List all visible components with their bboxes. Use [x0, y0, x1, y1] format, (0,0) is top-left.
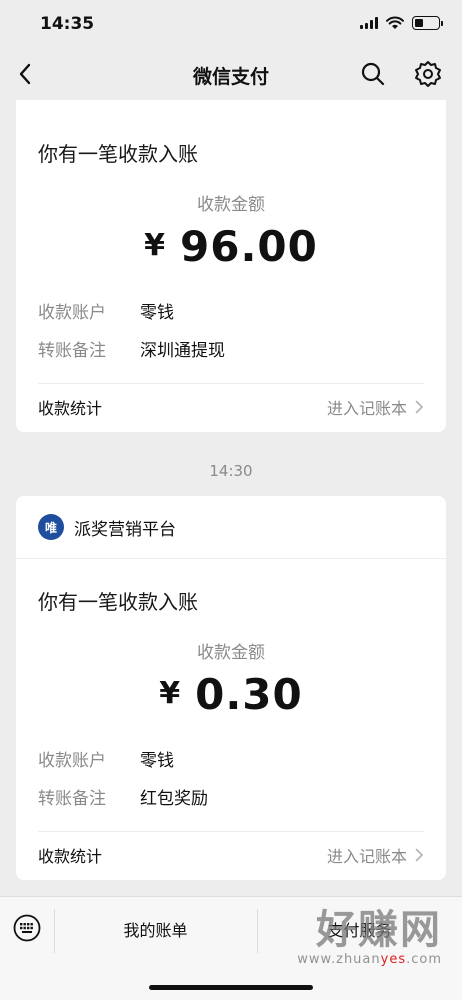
search-icon[interactable]: [360, 61, 386, 87]
page-title: 微信支付: [192, 66, 269, 88]
watermark-url-highlight: yes: [380, 952, 407, 967]
amount-value: ¥0.30: [16, 670, 446, 719]
stats-row[interactable]: 收款统计 进入记账本: [38, 384, 424, 430]
menu-my-bills[interactable]: 我的账单: [54, 917, 257, 941]
detail-key: 转账备注: [38, 789, 106, 809]
detail-key: 收款账户: [38, 751, 106, 771]
currency-symbol: ¥: [159, 676, 182, 711]
stats-label: 收款统计: [38, 847, 103, 866]
amount-value: ¥96.00: [16, 222, 446, 271]
home-indicator[interactable]: [149, 985, 313, 990]
ledger-link[interactable]: 进入记账本: [327, 395, 424, 419]
chevron-right-icon: [415, 400, 424, 414]
stats-label: 收款统计: [38, 399, 103, 418]
signal-icon: [360, 17, 378, 29]
message-heading: 你有一笔收款入账: [38, 142, 198, 166]
merchant-logo: 唯: [38, 514, 64, 540]
amount-number: 96.00: [180, 222, 318, 271]
detail-value: 深圳通提现: [140, 341, 225, 361]
ledger-link-label: 进入记账本: [326, 399, 407, 418]
status-time: 14:35: [40, 14, 95, 34]
chevron-right-icon: [415, 848, 424, 862]
detail-value: 零钱: [140, 303, 174, 323]
detail-row: 收款账户 零钱: [38, 746, 174, 771]
detail-value: 红包奖励: [140, 789, 208, 809]
detail-row: 转账备注 深圳通提现: [38, 336, 225, 361]
status-icons: [360, 16, 443, 30]
detail-key: 转账备注: [38, 341, 106, 361]
status-bar: 14:35: [0, 0, 462, 48]
payment-message-card[interactable]: 唯 派奖营销平台 你有一笔收款入账 收款金额 ¥0.30 收款账户 零钱 转账备…: [16, 496, 446, 880]
detail-row: 转账备注 红包奖励: [38, 784, 208, 809]
nav-bar: 微信支付: [0, 48, 462, 100]
watermark-text: 好赚网: [316, 907, 442, 953]
ledger-link-label: 进入记账本: [326, 847, 407, 866]
battery-level: [415, 19, 423, 27]
watermark-url-part: www.zhuan: [297, 952, 381, 967]
detail-row: 收款账户 零钱: [38, 298, 174, 323]
amount-number: 0.30: [195, 670, 303, 719]
gear-icon[interactable]: [414, 60, 442, 88]
watermark-url: www.zhuanyes.com: [297, 952, 442, 967]
merchant-name: 派奖营销平台: [74, 519, 176, 540]
detail-value: 零钱: [140, 751, 174, 771]
wifi-icon: [386, 16, 404, 29]
merchant-header[interactable]: 唯 派奖营销平台: [38, 514, 176, 540]
amount-label: 收款金额: [197, 643, 265, 663]
payment-message-card[interactable]: 你有一笔收款入账 收款金额 ¥96.00 收款账户 零钱 转账备注 深圳通提现 …: [16, 100, 446, 432]
battery-icon: [412, 16, 443, 30]
watermark-url-part: .com: [406, 952, 442, 967]
keyboard-icon[interactable]: [12, 913, 42, 943]
ledger-link[interactable]: 进入记账本: [327, 843, 424, 867]
divider: [16, 558, 446, 559]
stats-row[interactable]: 收款统计 进入记账本: [38, 832, 424, 878]
amount-label: 收款金额: [197, 195, 265, 215]
currency-symbol: ¥: [144, 228, 166, 263]
detail-key: 收款账户: [38, 303, 106, 323]
message-heading: 你有一笔收款入账: [38, 590, 198, 614]
watermark: 好赚网 www.zhuanyes.com: [297, 908, 442, 967]
message-timestamp: 14:30: [209, 462, 253, 480]
